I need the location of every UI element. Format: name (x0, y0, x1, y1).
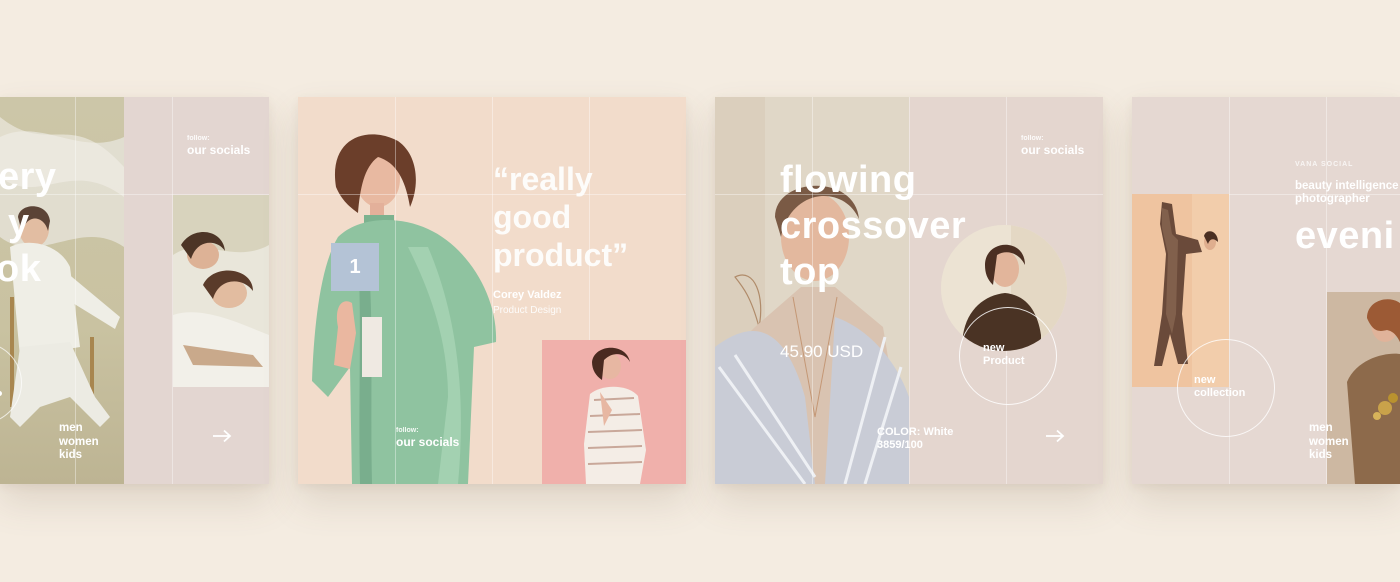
circle-label: collection (1194, 387, 1246, 399)
nav-item-kids[interactable]: kids (1309, 449, 1349, 463)
follow-label: follow: (396, 427, 419, 434)
circle-label: Product (983, 355, 1025, 367)
badge-number: 1 (349, 255, 361, 278)
color-label: COLOR: White (877, 426, 954, 438)
quote-line: product” (493, 237, 629, 273)
follow-label: follow: (187, 135, 210, 142)
social-card-3: flowing crossover top 45.90 USD follow: … (715, 97, 1103, 484)
price: 45.90 USD (780, 342, 864, 361)
circle-label: new (1194, 374, 1216, 386)
nav-list: men women kids (59, 422, 99, 463)
product-code: 3859/100 (877, 439, 923, 451)
arrow-right-icon[interactable] (1044, 429, 1066, 443)
socials-link[interactable]: our socials (187, 143, 250, 157)
inset-photo (542, 340, 686, 484)
nav-item-women[interactable]: women (1309, 436, 1349, 450)
headline: eveni (1295, 215, 1395, 257)
socials-link[interactable]: our socials (1021, 143, 1084, 157)
headline-line: ery (0, 156, 57, 198)
tagline-line: photographer (1295, 193, 1370, 205)
arrow-right-icon[interactable] (211, 429, 233, 443)
nav-list: men women kids (1309, 422, 1349, 463)
nav-item-kids[interactable]: kids (59, 449, 99, 463)
quote-line: good (493, 199, 572, 235)
author-role: Product Design (493, 305, 562, 316)
brand-label: VANA SOCIAL (1295, 161, 1354, 168)
number-badge: 1 (331, 243, 379, 291)
socials-link[interactable]: our socials (396, 435, 459, 449)
nav-item-men[interactable]: men (1309, 422, 1349, 436)
nav-item-men[interactable]: men (59, 422, 99, 436)
headline-line: ok (0, 248, 42, 290)
circle-label: new (983, 342, 1005, 354)
social-card-4: VANA SOCIAL beauty intelligence photogra… (1132, 97, 1400, 484)
author-name: Corey Valdez (493, 289, 562, 301)
tagline-line: beauty intelligence (1295, 180, 1399, 192)
headline-line: top (780, 251, 841, 293)
social-card-2: 1 “really good product” Corey Valdez Pro… (298, 97, 686, 484)
headline-line: flowing (780, 159, 917, 201)
social-card-1: ery y ok follow: our socials men women k… (0, 97, 269, 484)
quote-line: “really (493, 161, 593, 197)
headline-line: y (8, 202, 30, 244)
fashion-photo (173, 195, 269, 387)
headline-line: crossover (780, 205, 967, 247)
follow-label: follow: (1021, 135, 1044, 142)
nav-item-women[interactable]: women (59, 436, 99, 450)
